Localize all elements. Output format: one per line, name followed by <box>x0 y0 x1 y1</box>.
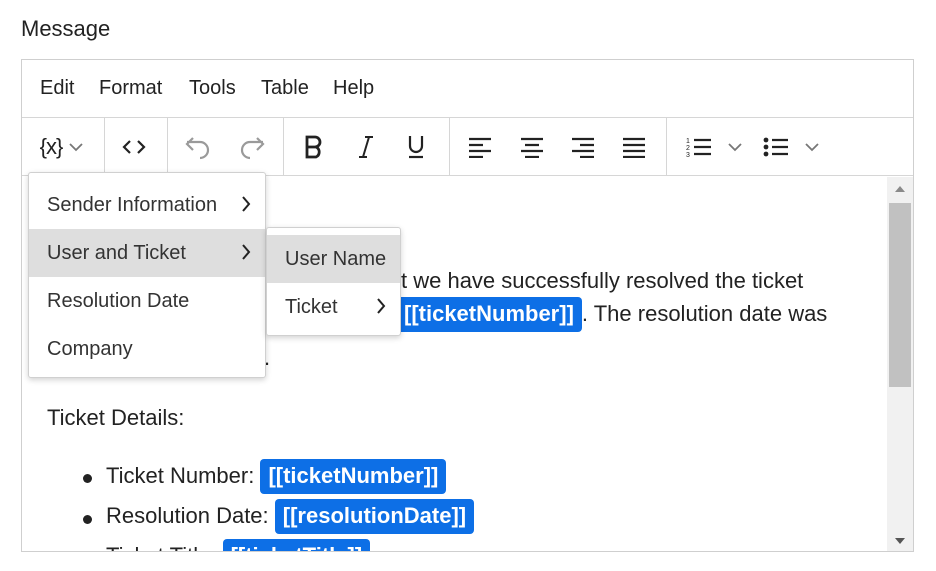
variables-icon: {x} <box>39 134 64 159</box>
submenu-item-ticket[interactable]: Ticket <box>267 283 400 331</box>
redo-icon <box>240 137 265 160</box>
bulleted-list-icon <box>763 137 788 157</box>
menu-edit[interactable]: Edit <box>40 77 74 100</box>
bulleted-list-button[interactable] <box>758 128 824 166</box>
resolution-date-tag[interactable]: [[resolutionDate]] <box>274 499 475 534</box>
toolbar-separator <box>666 118 667 175</box>
numbered-list-button[interactable]: 123 <box>678 128 750 166</box>
chevron-right-icon <box>242 244 251 260</box>
list-bullet <box>83 515 92 524</box>
svg-text:1: 1 <box>686 138 690 145</box>
dropdown-item-company[interactable]: Company <box>29 325 265 373</box>
paragraph-fragment: . The resolution date was <box>581 301 828 326</box>
user-and-ticket-submenu: User Name Ticket <box>266 227 401 336</box>
bold-icon <box>305 135 322 159</box>
scrollbar-thumb[interactable] <box>889 203 911 387</box>
svg-text:2: 2 <box>686 145 690 152</box>
insert-variable-button[interactable]: {x} <box>32 128 92 166</box>
vertical-scrollbar[interactable] <box>887 177 913 551</box>
bold-button[interactable] <box>294 128 334 166</box>
align-right-button[interactable] <box>563 128 603 166</box>
italic-icon <box>359 136 373 158</box>
menu-help[interactable]: Help <box>333 77 374 100</box>
underline-icon <box>408 136 424 159</box>
submenu-item-user-name[interactable]: User Name <box>267 235 400 283</box>
toolbar-separator <box>104 118 105 175</box>
ticket-number-tag[interactable]: [[ticketNumber]] <box>260 459 447 494</box>
editor-menubar: Edit Format Tools Table Help <box>22 60 913 118</box>
ticket-number-tag[interactable]: [[ticketNumber]] <box>396 297 582 332</box>
chevron-right-icon <box>242 196 251 212</box>
list-item-label: Ticket Number: <box>106 463 255 488</box>
dropdown-item-sender-information[interactable]: Sender Information <box>29 181 265 229</box>
underline-button[interactable] <box>396 128 436 166</box>
ticket-title-tag[interactable]: [[ticketTitle]] <box>222 539 371 551</box>
svg-text:3: 3 <box>686 152 690 159</box>
menu-table[interactable]: Table <box>261 77 309 100</box>
scroll-down-arrow-icon[interactable] <box>895 538 905 544</box>
justify-icon <box>623 137 645 158</box>
code-view-icon <box>122 140 146 154</box>
undo-icon <box>185 137 210 160</box>
message-label: Message <box>21 16 111 41</box>
toolbar-separator <box>167 118 168 175</box>
source-code-button[interactable] <box>114 128 154 166</box>
align-center-button[interactable] <box>512 128 552 166</box>
chevron-down-icon <box>69 143 83 152</box>
toolbar-separator <box>283 118 284 175</box>
align-left-button[interactable] <box>460 128 500 166</box>
toolbar-separator <box>449 118 450 175</box>
variables-dropdown: Sender Information User and Ticket Resol… <box>28 172 266 378</box>
list-item: Resolution Date: [[resolutionDate]] <box>106 499 475 534</box>
list-bullet <box>83 474 92 483</box>
paragraph-fragment: t we have successfully resolved the tick… <box>401 268 804 293</box>
editor-toolbar: {x} 1 2 3 <box>22 118 913 176</box>
chevron-down-icon <box>728 143 742 152</box>
align-left-icon <box>469 137 491 158</box>
scroll-up-arrow-icon[interactable] <box>895 186 905 192</box>
justify-button[interactable] <box>614 128 654 166</box>
list-item: Ticket Number: [[ticketNumber]] <box>106 459 447 494</box>
numbered-list-icon: 123 <box>686 138 711 159</box>
ticket-details-heading: Ticket Details: <box>47 405 185 430</box>
dropdown-item-user-and-ticket[interactable]: User and Ticket <box>29 229 265 277</box>
italic-button[interactable] <box>346 128 386 166</box>
menu-format[interactable]: Format <box>99 77 162 100</box>
chevron-down-icon <box>805 143 819 152</box>
list-item: Ticket Title: [[ticketTitle]] <box>106 539 371 551</box>
align-right-icon <box>572 137 594 158</box>
menu-tools[interactable]: Tools <box>189 77 236 100</box>
chevron-right-icon <box>377 298 386 314</box>
redo-button[interactable] <box>230 128 274 166</box>
list-item-label: Resolution Date: <box>106 503 269 528</box>
align-center-icon <box>521 137 543 158</box>
dropdown-item-resolution-date[interactable]: Resolution Date <box>29 277 265 325</box>
paragraph-line: [[ticketNumber]]. The resolution date wa… <box>396 297 827 332</box>
undo-button[interactable] <box>176 128 220 166</box>
list-item-label: Ticket Title: <box>106 543 216 551</box>
